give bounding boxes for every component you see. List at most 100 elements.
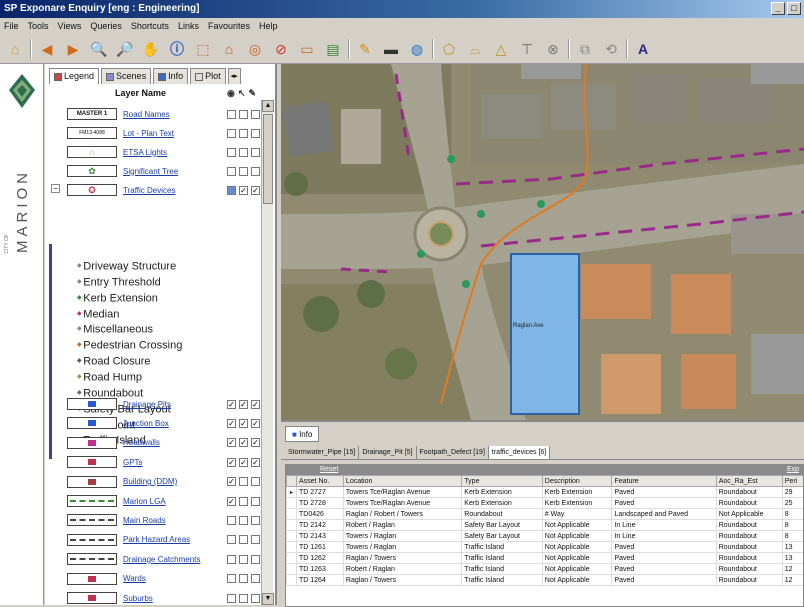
legend-layer[interactable]: ✿ Significant Tree: [67, 163, 262, 179]
layer-name[interactable]: Drainage Pits: [123, 400, 203, 409]
row-selector[interactable]: ▸: [287, 487, 297, 498]
layer-visible-checkbox[interactable]: [227, 516, 236, 525]
traffic-subtype-item[interactable]: Pedestrian Crossing: [77, 338, 182, 354]
column-header[interactable]: Peri: [782, 476, 804, 487]
legend-layer[interactable]: Wards: [67, 571, 262, 587]
layer-select-checkbox[interactable]: [239, 148, 248, 157]
layer-label-checkbox[interactable]: [251, 477, 260, 486]
aerial-map[interactable]: Raglan Ave: [281, 64, 804, 420]
layer-select-checkbox[interactable]: ✓: [239, 458, 248, 467]
menu-views[interactable]: Views: [58, 18, 82, 34]
tab-traffic-devices[interactable]: traffic_devices [6]: [489, 446, 550, 459]
legend-layer[interactable]: Main Roads: [67, 512, 262, 528]
select-icon[interactable]: ⬚: [192, 38, 214, 60]
globe-icon[interactable]: ◍: [406, 38, 428, 60]
layer-icon[interactable]: ▤: [322, 38, 344, 60]
scroll-up-button[interactable]: ▲: [262, 100, 274, 112]
stop-icon[interactable]: ⊗: [542, 38, 564, 60]
menu-favourites[interactable]: Favourites: [208, 18, 250, 34]
layer-visible-checkbox[interactable]: [227, 110, 236, 119]
layer-select-checkbox[interactable]: [239, 129, 248, 138]
pan-icon[interactable]: ✋: [140, 38, 162, 60]
layer-visible-checkbox[interactable]: ✓: [227, 400, 236, 409]
layer-visible-checkbox[interactable]: [227, 167, 236, 176]
table-row[interactable]: TD 1261Towers / RaglanTraffic IslandNot …: [287, 542, 804, 553]
layer-visible-checkbox[interactable]: [227, 574, 236, 583]
column-header[interactable]: Asset No.: [297, 476, 344, 487]
legend-layer[interactable]: GPTs✓✓✓: [67, 454, 262, 470]
layer-select-checkbox[interactable]: [239, 535, 248, 544]
info-tab[interactable]: ■ Info: [285, 426, 319, 442]
layer-visible-checkbox[interactable]: [227, 186, 236, 195]
clear-icon[interactable]: ⊘: [270, 38, 292, 60]
table-row[interactable]: ▸TD 2727Towers Tce/Raglan AvenueKerb Ext…: [287, 487, 804, 498]
layer-name[interactable]: Drainage Catchments: [123, 555, 203, 564]
traffic-subtype-item[interactable]: Entry Threshold: [77, 275, 182, 291]
identify-icon[interactable]: ⌂: [218, 38, 240, 60]
menu-help[interactable]: Help: [259, 18, 278, 34]
layer-label-checkbox[interactable]: [251, 497, 260, 506]
layer-select-checkbox[interactable]: [239, 477, 248, 486]
row-selector[interactable]: [287, 575, 297, 586]
area-icon[interactable]: ⌓: [464, 38, 486, 60]
layer-select-checkbox[interactable]: ✓: [239, 419, 248, 428]
legend-layer[interactable]: Park Hazard Areas: [67, 532, 262, 548]
layer-label-checkbox[interactable]: [251, 129, 260, 138]
tab-info[interactable]: Info: [153, 68, 188, 84]
table-row[interactable]: TD 1263Robert / RaglanTraffic IslandNot …: [287, 564, 804, 575]
row-selector[interactable]: [287, 553, 297, 564]
layer-visible-checkbox[interactable]: [227, 148, 236, 157]
layer-label-checkbox[interactable]: ✓: [251, 186, 260, 195]
tab-drainage-pit[interactable]: Drainage_Pit [5]: [359, 446, 416, 459]
layer-name[interactable]: Park Hazard Areas: [123, 535, 203, 544]
home-icon[interactable]: ⌂: [4, 38, 26, 60]
table-row[interactable]: TD 2143Towers / RaglanSafety Bar LayoutN…: [287, 531, 804, 542]
layer-select-checkbox[interactable]: ✓: [239, 438, 248, 447]
layer-label-checkbox[interactable]: [251, 148, 260, 157]
tab-scroll-arrows[interactable]: ◂▸: [228, 68, 241, 84]
traffic-subtype-item[interactable]: Driveway Structure: [77, 259, 182, 275]
layer-visible-checkbox[interactable]: ✓: [227, 497, 236, 506]
layer-select-checkbox[interactable]: [239, 110, 248, 119]
zoom-out-icon[interactable]: 🔎: [114, 38, 136, 60]
gis-icon[interactable]: △: [490, 38, 512, 60]
layer-select-checkbox[interactable]: [239, 167, 248, 176]
legend-layer[interactable]: ✪ Traffic Devices ✓✓: [67, 182, 262, 198]
legend-layer[interactable]: Drainage Pits✓✓✓: [67, 396, 262, 412]
layer-label-checkbox[interactable]: [251, 594, 260, 603]
menu-links[interactable]: Links: [178, 18, 199, 34]
column-header[interactable]: Description: [542, 476, 612, 487]
zoom-in-icon[interactable]: 🔍: [88, 38, 110, 60]
info-icon[interactable]: ⓘ: [166, 38, 188, 60]
layer-select-checkbox[interactable]: [239, 497, 248, 506]
legend-layer[interactable]: MASTER 1 Road Names: [67, 106, 262, 122]
layer-name[interactable]: Headwalls: [123, 438, 203, 447]
label-icon[interactable]: A: [632, 38, 654, 60]
maximize-button[interactable]: □: [787, 2, 801, 15]
layer-select-checkbox[interactable]: [239, 574, 248, 583]
row-selector[interactable]: [287, 531, 297, 542]
column-header[interactable]: Location: [343, 476, 461, 487]
layer-select-checkbox[interactable]: [239, 516, 248, 525]
layer-name[interactable]: ETSA Lights: [123, 148, 203, 157]
legend-layer[interactable]: ∩ ETSA Lights: [67, 144, 262, 160]
layer-label-checkbox[interactable]: ✓: [251, 400, 260, 409]
table-row[interactable]: TD 2142Robert / RaglanSafety Bar LayoutN…: [287, 520, 804, 531]
tab-plot[interactable]: Plot: [190, 68, 226, 84]
legend-layer[interactable]: Marion LGA✓: [67, 493, 262, 509]
pencil-icon[interactable]: ✎: [354, 38, 376, 60]
tab-scenes[interactable]: Scenes: [101, 68, 151, 84]
legend-layer[interactable]: Suburbs: [67, 590, 262, 606]
tab-footpath-defect[interactable]: Footpath_Defect [19]: [417, 446, 489, 459]
print-icon[interactable]: ▬: [380, 38, 402, 60]
layer-name[interactable]: Wards: [123, 574, 203, 583]
row-selector[interactable]: [287, 509, 297, 520]
layer-name[interactable]: Significant Tree: [123, 167, 203, 176]
traffic-subtype-item[interactable]: Median: [77, 307, 182, 323]
layer-select-checkbox[interactable]: [239, 594, 248, 603]
layer-label-checkbox[interactable]: ✓: [251, 419, 260, 428]
layer-name[interactable]: Suburbs: [123, 594, 203, 603]
table-row[interactable]: TD0426Raglan / Robert / TowersRoundabout…: [287, 509, 804, 520]
traffic-subtype-item[interactable]: Miscellaneous: [77, 322, 182, 338]
layer-select-checkbox[interactable]: ✓: [239, 400, 248, 409]
